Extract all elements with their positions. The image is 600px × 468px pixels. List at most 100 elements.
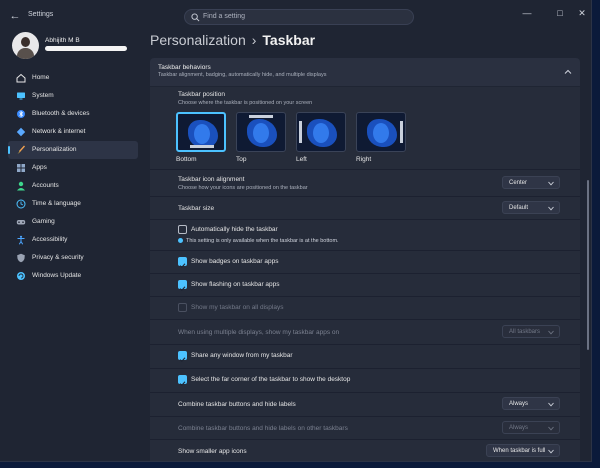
sidebar-item-time-language[interactable]: Time & language bbox=[8, 195, 138, 213]
sidebar-item-label: Network & internet bbox=[32, 128, 86, 135]
autohide-info-text: This setting is only available when the … bbox=[186, 238, 339, 244]
section-subtitle: Taskbar alignment, badging, automaticall… bbox=[158, 72, 327, 78]
flashing-row: Show flashing on taskbar apps bbox=[150, 273, 580, 295]
chevron-down-icon bbox=[548, 181, 554, 186]
sidebar-item-network[interactable]: Network & internet bbox=[8, 123, 138, 141]
all-displays-checkbox[interactable] bbox=[178, 303, 187, 312]
taskbar-size-label: Taskbar size bbox=[178, 205, 215, 212]
combine-other-dropdown[interactable]: Always bbox=[502, 421, 560, 434]
maximize-button[interactable]: □ bbox=[553, 6, 567, 20]
chevron-down-icon bbox=[548, 402, 554, 407]
section-header[interactable]: Taskbar behaviors Taskbar alignment, bad… bbox=[150, 58, 580, 86]
combine-dropdown[interactable]: Always bbox=[502, 397, 560, 410]
sidebar-item-label: Bluetooth & devices bbox=[32, 110, 90, 117]
minimize-button[interactable]: — bbox=[520, 6, 534, 20]
monitor-icon bbox=[17, 92, 25, 100]
combine-other-value: Always bbox=[509, 425, 529, 431]
sidebar-item-accessibility[interactable]: Accessibility bbox=[8, 231, 138, 249]
taskbar-behaviors-panel: Taskbar behaviors Taskbar alignment, bad… bbox=[150, 58, 580, 461]
smaller-icons-row: Show smaller app icons When taskbar is f… bbox=[150, 439, 580, 461]
smaller-icons-label: Show smaller app icons bbox=[178, 448, 247, 455]
sidebar-nav: Home System Bluetooth & devices Network … bbox=[8, 69, 138, 285]
sidebar-item-label: Apps bbox=[32, 164, 47, 171]
breadcrumb-parent[interactable]: Personalization bbox=[150, 32, 246, 48]
avatar bbox=[12, 32, 39, 59]
sidebar-item-system[interactable]: System bbox=[8, 87, 138, 105]
info-icon bbox=[178, 238, 183, 243]
sidebar-item-label: Gaming bbox=[32, 218, 55, 225]
app-title: Settings bbox=[28, 11, 54, 18]
section-body: Taskbar position Choose where the taskba… bbox=[150, 87, 580, 461]
search-input[interactable]: Find a setting bbox=[203, 13, 245, 20]
check-icon bbox=[179, 286, 186, 292]
gamepad-icon bbox=[16, 220, 26, 225]
chevron-down-icon bbox=[548, 330, 554, 335]
taskbar-size-row: Taskbar size Default bbox=[150, 196, 580, 218]
multi-display-dropdown[interactable]: All taskbars bbox=[502, 325, 560, 338]
chevron-down-icon bbox=[548, 449, 554, 454]
sidebar-item-home[interactable]: Home bbox=[8, 69, 138, 87]
close-button[interactable]: ✕ bbox=[575, 6, 589, 20]
all-displays-row: Show my taskbar on all displays bbox=[150, 296, 580, 318]
badges-checkbox[interactable] bbox=[178, 257, 187, 269]
smaller-icons-dropdown[interactable]: When taskbar is full bbox=[486, 444, 560, 457]
sidebar-item-privacy[interactable]: Privacy & security bbox=[8, 249, 138, 267]
share-window-row: Share any window from my taskbar bbox=[150, 344, 580, 367]
taskbar-size-value: Default bbox=[509, 205, 529, 211]
taskbar-preview-top bbox=[249, 115, 273, 118]
alignment-sub: Choose how your icons are positioned on … bbox=[178, 185, 308, 191]
search-box[interactable]: Find a setting bbox=[184, 9, 414, 25]
share-window-checkbox[interactable] bbox=[178, 351, 187, 363]
user-name: Abhijith M B bbox=[45, 37, 80, 44]
sidebar-item-label: Home bbox=[32, 74, 50, 81]
position-option-top[interactable] bbox=[236, 112, 286, 152]
sidebar-item-windows-update[interactable]: Windows Update bbox=[8, 267, 138, 285]
sidebar-item-personalization[interactable]: Personalization bbox=[8, 141, 138, 159]
taskbar-preview-left bbox=[299, 121, 302, 143]
taskbar-size-dropdown[interactable]: Default bbox=[502, 201, 560, 214]
chevron-down-icon bbox=[548, 426, 554, 431]
taskbar-position-sub: Choose where the taskbar is positioned o… bbox=[178, 100, 313, 106]
search-icon bbox=[191, 13, 200, 22]
autohide-checkbox[interactable] bbox=[178, 225, 187, 234]
combine-value: Always bbox=[509, 401, 529, 407]
combine-row: Combine taskbar buttons and hide labels … bbox=[150, 392, 580, 415]
position-option-bottom[interactable] bbox=[176, 112, 226, 152]
sidebar-item-accounts[interactable]: Accounts bbox=[8, 177, 138, 195]
bluetooth-icon bbox=[17, 110, 25, 118]
sidebar-item-label: System bbox=[32, 92, 54, 99]
chevron-up-icon[interactable] bbox=[564, 68, 572, 76]
sidebar-item-label: Personalization bbox=[32, 146, 77, 153]
home-icon bbox=[16, 73, 26, 83]
scrollbar[interactable] bbox=[587, 180, 589, 350]
taskbar-preview-bottom bbox=[190, 145, 214, 148]
chevron-down-icon bbox=[548, 206, 554, 211]
user-email-redacted bbox=[45, 46, 127, 51]
badges-row: Show badges on taskbar apps bbox=[150, 250, 580, 272]
taskbar-preview-right bbox=[400, 121, 403, 143]
wallpaper-bloom-highlight bbox=[373, 123, 389, 143]
breadcrumb-separator: › bbox=[251, 32, 257, 48]
sidebar-item-bluetooth[interactable]: Bluetooth & devices bbox=[8, 105, 138, 123]
autohide-label: Automatically hide the taskbar bbox=[191, 226, 278, 233]
combine-other-label: Combine taskbar buttons and hide labels … bbox=[178, 425, 348, 432]
check-icon bbox=[179, 357, 186, 363]
position-caption-top: Top bbox=[236, 156, 247, 163]
position-option-left[interactable] bbox=[296, 112, 346, 152]
back-arrow-icon[interactable]: ← bbox=[8, 9, 22, 23]
alignment-row: Taskbar icon alignment Choose how your i… bbox=[150, 169, 580, 195]
brush-icon bbox=[17, 145, 26, 154]
sidebar-item-apps[interactable]: Apps bbox=[8, 159, 138, 177]
multi-display-row: When using multiple displays, show my ta… bbox=[150, 319, 580, 343]
check-icon bbox=[179, 381, 186, 387]
far-corner-row: Select the far corner of the taskbar to … bbox=[150, 368, 580, 391]
combine-other-row: Combine taskbar buttons and hide labels … bbox=[150, 416, 580, 438]
sidebar-item-gaming[interactable]: Gaming bbox=[8, 213, 138, 231]
flashing-checkbox[interactable] bbox=[178, 280, 187, 292]
far-corner-checkbox[interactable] bbox=[178, 375, 187, 387]
alignment-dropdown[interactable]: Center bbox=[502, 176, 560, 189]
position-option-right[interactable] bbox=[356, 112, 406, 152]
section-title: Taskbar behaviors bbox=[158, 64, 211, 71]
update-icon bbox=[17, 272, 25, 280]
apps-icon bbox=[17, 164, 25, 172]
